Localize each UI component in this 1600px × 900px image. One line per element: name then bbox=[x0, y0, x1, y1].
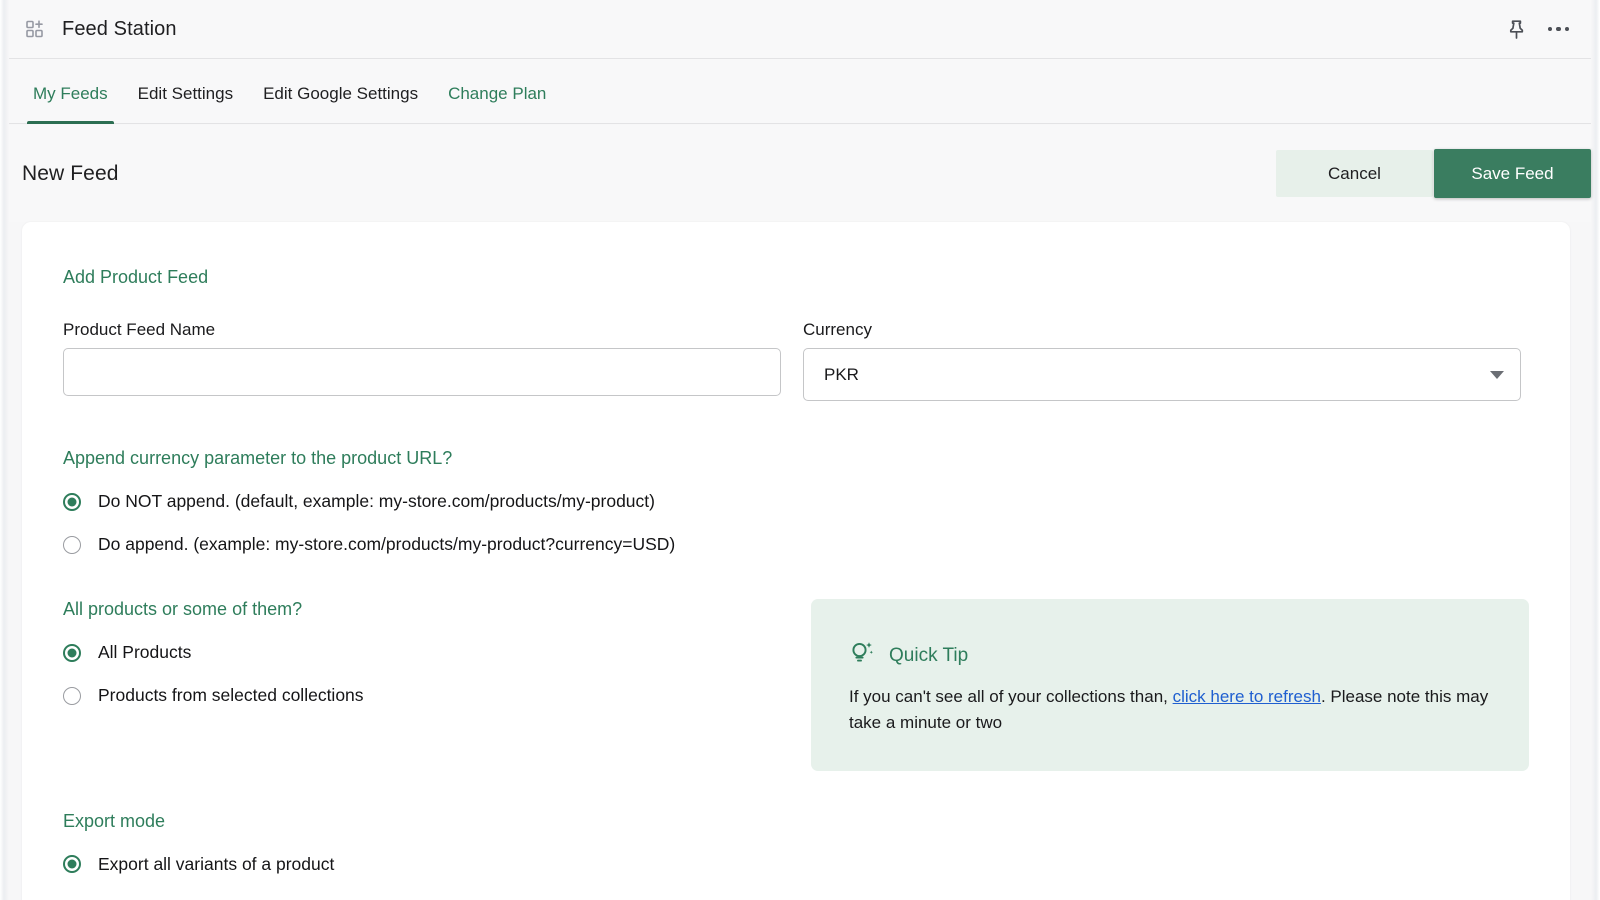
append-currency-group: Append currency parameter to the product… bbox=[63, 448, 1529, 555]
tab-bar: My Feeds Edit Settings Edit Google Setti… bbox=[9, 59, 1591, 124]
currency-select-value: PKR bbox=[824, 365, 859, 385]
radio-export-all-variants[interactable]: Export all variants of a product bbox=[63, 854, 1529, 875]
radio-do-append[interactable]: Do append. (example: my-store.com/produc… bbox=[63, 534, 1529, 555]
radio-do-not-append[interactable]: Do NOT append. (default, example: my-sto… bbox=[63, 491, 1529, 512]
feed-name-field-group: Product Feed Name bbox=[63, 320, 781, 401]
currency-select[interactable]: PKR bbox=[803, 348, 1521, 401]
product-scope-title: All products or some of them? bbox=[63, 599, 811, 620]
currency-field-group: Currency PKR bbox=[803, 320, 1521, 401]
feed-name-label: Product Feed Name bbox=[63, 320, 781, 340]
quick-tip-column: Quick Tip If you can't see all of your c… bbox=[811, 599, 1529, 771]
form-row-name-currency: Product Feed Name Currency PKR bbox=[63, 320, 1529, 401]
pin-icon[interactable] bbox=[1507, 19, 1526, 40]
radio-all-products[interactable]: All Products bbox=[63, 642, 811, 663]
window-right-edge bbox=[1591, 0, 1600, 900]
title-bar: Feed Station bbox=[9, 0, 1591, 59]
tab-edit-settings[interactable]: Edit Settings bbox=[123, 84, 248, 123]
save-feed-button[interactable]: Save Feed bbox=[1434, 149, 1591, 198]
radio-do-append-indicator[interactable] bbox=[63, 536, 81, 554]
scope-and-tip-row: All products or some of them? All Produc… bbox=[63, 599, 1529, 771]
tab-change-plan-label: Change Plan bbox=[448, 84, 546, 103]
tab-change-plan[interactable]: Change Plan bbox=[433, 84, 561, 123]
cancel-button[interactable]: Cancel bbox=[1276, 150, 1433, 197]
radio-selected-collections-indicator[interactable] bbox=[63, 687, 81, 705]
quick-tip-text-before: If you can't see all of your collections… bbox=[849, 687, 1173, 706]
quick-tip-panel: Quick Tip If you can't see all of your c… bbox=[811, 599, 1529, 771]
currency-select-wrap: PKR bbox=[803, 348, 1521, 401]
app-title: Feed Station bbox=[62, 18, 177, 41]
export-mode-title: Export mode bbox=[63, 811, 1529, 832]
radio-do-not-append-label: Do NOT append. (default, example: my-sto… bbox=[98, 491, 655, 512]
export-mode-group: Export mode Export all variants of a pro… bbox=[63, 811, 1529, 897]
more-horizontal-icon[interactable] bbox=[1548, 27, 1570, 32]
quick-tip-header: Quick Tip bbox=[849, 639, 1493, 672]
tab-edit-settings-label: Edit Settings bbox=[138, 84, 233, 103]
apps-add-icon bbox=[22, 16, 48, 42]
radio-selected-collections-label: Products from selected collections bbox=[98, 685, 364, 706]
radio-selected-collections[interactable]: Products from selected collections bbox=[63, 685, 811, 706]
lightbulb-sparkle-icon bbox=[849, 639, 875, 672]
title-bar-left: Feed Station bbox=[9, 16, 177, 42]
app-window: Feed Station My Feeds Edit Settings Edit… bbox=[0, 0, 1600, 900]
radio-do-append-label: Do append. (example: my-store.com/produc… bbox=[98, 534, 675, 555]
radio-all-products-label: All Products bbox=[98, 642, 191, 663]
refresh-collections-link[interactable]: click here to refresh bbox=[1173, 687, 1321, 706]
append-currency-title: Append currency parameter to the product… bbox=[63, 448, 1529, 469]
page-header-actions: Cancel Save Feed bbox=[1276, 149, 1591, 198]
radio-export-all-variants-indicator[interactable] bbox=[63, 855, 81, 873]
quick-tip-body: If you can't see all of your collections… bbox=[849, 684, 1493, 737]
radio-do-not-append-indicator[interactable] bbox=[63, 493, 81, 511]
quick-tip-title: Quick Tip bbox=[889, 645, 968, 667]
tab-my-feeds-label: My Feeds bbox=[33, 84, 108, 103]
tab-edit-google-settings-label: Edit Google Settings bbox=[263, 84, 418, 103]
title-bar-actions bbox=[1507, 19, 1592, 40]
product-scope-group: All products or some of them? All Produc… bbox=[63, 599, 811, 771]
currency-label: Currency bbox=[803, 320, 1521, 340]
add-product-feed-heading: Add Product Feed bbox=[63, 267, 1529, 288]
feed-form-card: Add Product Feed Product Feed Name Curre… bbox=[22, 222, 1570, 900]
tab-my-feeds[interactable]: My Feeds bbox=[18, 84, 123, 123]
page-header: New Feed Cancel Save Feed bbox=[9, 125, 1591, 222]
radio-all-products-indicator[interactable] bbox=[63, 644, 81, 662]
window-left-edge bbox=[0, 0, 9, 900]
radio-export-all-variants-label: Export all variants of a product bbox=[98, 854, 334, 875]
feed-name-input[interactable] bbox=[63, 348, 781, 396]
tab-edit-google-settings[interactable]: Edit Google Settings bbox=[248, 84, 433, 123]
page-title: New Feed bbox=[9, 162, 119, 186]
